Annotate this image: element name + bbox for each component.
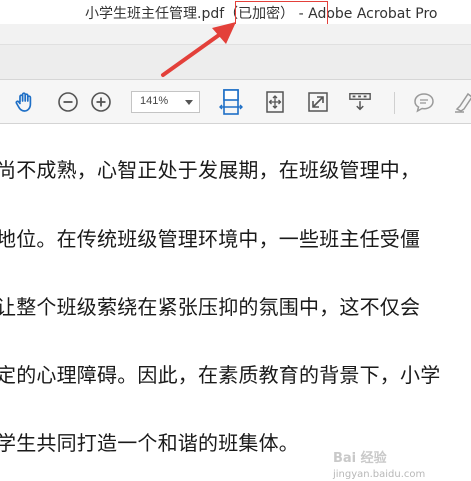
document-text-line: 让整个班级萦绕在紧张压抑的氛围中，这不仅会: [0, 295, 421, 319]
zoom-level-dropdown[interactable]: 141%: [131, 91, 200, 113]
hand-tool-button[interactable]: [13, 90, 37, 114]
watermark-logo: Bai 经验: [333, 451, 387, 466]
comment-button[interactable]: [412, 90, 436, 114]
watermark: Bai 经验 jingyan.baidu.com: [333, 447, 425, 481]
zoom-level-value: 141%: [140, 95, 169, 107]
read-mode-icon: [349, 92, 371, 111]
comment-icon: [414, 93, 434, 113]
highlight-pen-button[interactable]: [452, 90, 471, 114]
zoom-out-button[interactable]: [56, 90, 80, 114]
fit-page-icon: [266, 91, 284, 113]
document-text-line: 地位。在传统班级管理环境中，一些班主任受僵: [0, 227, 421, 251]
document-text-line: 尚不成熟，心智正处于发展期，在班级管理中，: [0, 158, 421, 182]
zoom-out-icon: [58, 92, 78, 112]
full-screen-icon: [308, 92, 328, 112]
zoom-in-button[interactable]: [89, 90, 113, 114]
fit-width-icon: [219, 89, 243, 115]
document-text-line: 学生共同打造一个和谐的班集体。: [0, 431, 299, 455]
document-page[interactable]: 尚不成熟，心智正处于发展期，在班级管理中， 地位。在传统班级管理环境中，一些班主…: [0, 125, 471, 477]
watermark-url: jingyan.baidu.com: [333, 469, 426, 480]
window-title-filename: 小学生班主任管理.pdf: [85, 6, 225, 22]
fit-width-button[interactable]: [219, 89, 243, 115]
highlight-pen-icon: [455, 92, 471, 113]
full-screen-button[interactable]: [306, 90, 330, 114]
fit-page-button[interactable]: [263, 90, 287, 114]
menu-bar: [0, 24, 471, 44]
document-text-line: 定的心理障碍。因此，在素质教育的背景下，小学: [0, 363, 441, 387]
toolbar-divider: [394, 92, 395, 114]
tab-row: [0, 45, 471, 79]
read-mode-button[interactable]: [348, 90, 372, 114]
chevron-down-icon: [185, 100, 193, 105]
zoom-in-icon: [91, 92, 111, 112]
hand-icon: [15, 92, 32, 112]
